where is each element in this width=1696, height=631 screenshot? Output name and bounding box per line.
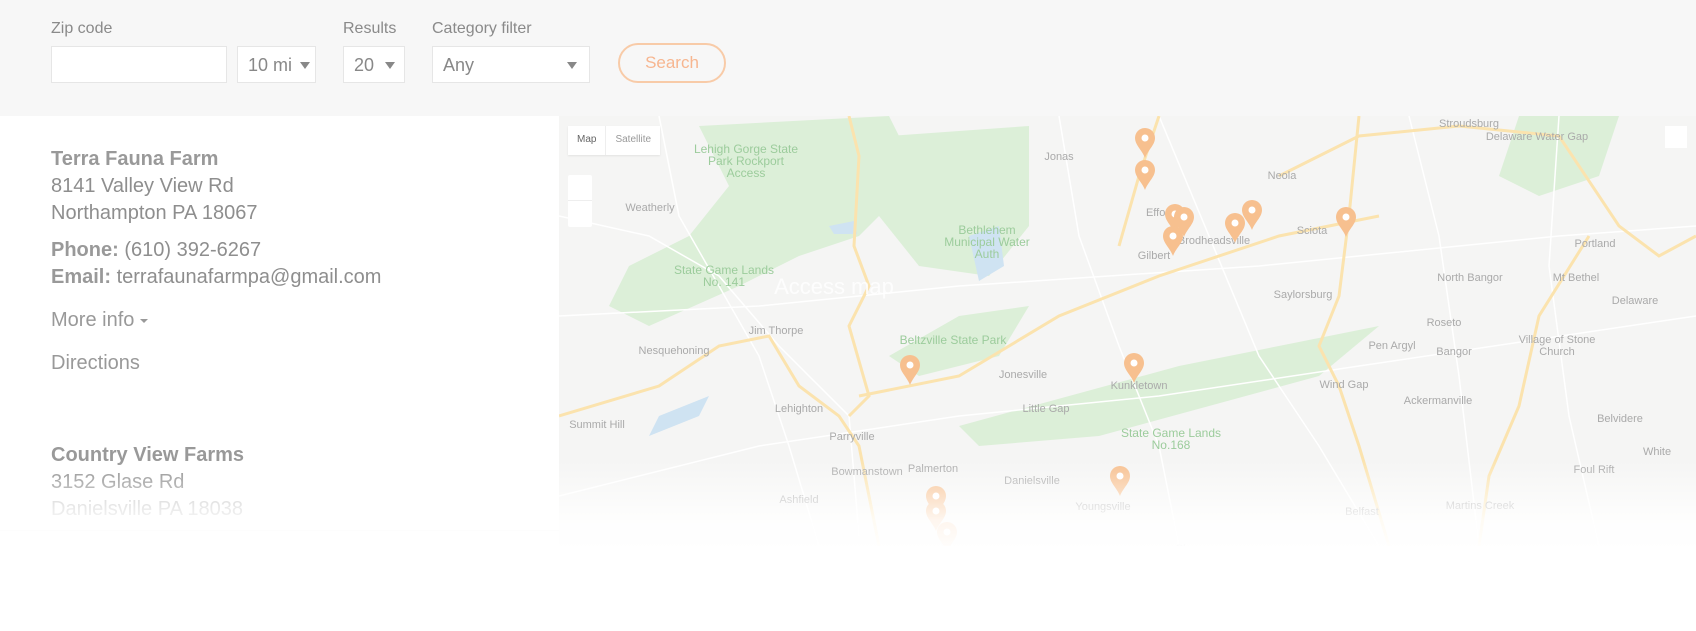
search-button[interactable]: Search xyxy=(618,43,726,83)
chevron-down-icon xyxy=(300,62,310,69)
map-place-label: Neola xyxy=(1267,170,1297,182)
map-marker-pin-icon[interactable] xyxy=(1109,466,1131,496)
map-place-label: Palmerton xyxy=(907,463,959,475)
map-place-label: Foul Rift xyxy=(1573,464,1615,476)
map-place-label: Jonas xyxy=(1044,151,1074,163)
map-place-label: Lehighton xyxy=(774,403,824,415)
category-value: Any xyxy=(443,55,475,75)
fullscreen-button[interactable] xyxy=(1665,126,1687,148)
map-marker-pin-icon[interactable] xyxy=(1162,226,1184,256)
map-place-label: Sciota xyxy=(1296,225,1328,237)
map-place-label: Roseto xyxy=(1426,317,1462,329)
map-place-label: Danielsville xyxy=(1004,475,1060,487)
map-place-label: Nesquehoning xyxy=(638,345,710,357)
map[interactable]: Lehigh Gorge State Park Rockport Access W… xyxy=(559,116,1696,546)
map-place-label: Ashfield xyxy=(779,494,819,506)
map-place-label: Stroudsburg xyxy=(1439,118,1499,130)
zoom-in-button[interactable] xyxy=(568,175,592,201)
caret-down-icon xyxy=(139,318,148,323)
map-place-label: Ackermanville xyxy=(1403,395,1473,407)
map-place-label: White xyxy=(1642,446,1672,458)
map-type-control: Map Satellite xyxy=(568,126,661,155)
results-value: 20 xyxy=(354,55,375,75)
map-type-map-button[interactable]: Map xyxy=(568,126,607,155)
map-marker-pin-icon[interactable] xyxy=(1123,353,1145,383)
list-item: Country View Farms 3152 Glase Rd Daniels… xyxy=(51,442,244,523)
map-place-label: North Bangor xyxy=(1437,272,1503,284)
map-place-label: Beltzville State Park xyxy=(899,333,1007,347)
map-place-label: Summit Hill xyxy=(569,419,625,431)
distance-select[interactable]: 10 mi xyxy=(237,46,316,83)
map-type-satellite-button[interactable]: Satellite xyxy=(606,126,660,155)
list-item: Terra Fauna Farm 8141 Valley View Rd Nor… xyxy=(51,146,381,377)
map-marker-pin-icon[interactable] xyxy=(899,355,921,385)
map-place-label: Pen Argyl xyxy=(1368,340,1416,352)
map-place-label: Portland xyxy=(1574,238,1616,250)
map-place-label: Belfast xyxy=(1345,506,1379,518)
map-marker-pin-icon[interactable] xyxy=(936,522,958,546)
directions-link[interactable]: Directions xyxy=(51,350,381,377)
distance-value: 10 mi xyxy=(248,55,293,75)
more-info-label: More info xyxy=(51,309,135,331)
map-place-label: Weatherly xyxy=(625,202,675,214)
map-place-label: Delaware xyxy=(1611,295,1659,307)
map-place-label: Martins Creek xyxy=(1445,500,1515,512)
email-label: Email: xyxy=(51,266,112,288)
map-place-label: Parryville xyxy=(829,431,875,443)
address-line-1: 3152 Glase Rd xyxy=(51,471,185,493)
results-select[interactable]: 20 xyxy=(343,46,405,83)
divider xyxy=(0,530,559,531)
search-bar: Zip code 10 mi Results 20 Category filte… xyxy=(0,0,1696,116)
phone-value: (610) 392-6267 xyxy=(124,239,262,261)
zip-code-label: Zip code xyxy=(51,20,113,37)
map-marker-pin-icon[interactable] xyxy=(1335,207,1357,237)
map-place-label: Delaware Water Gap xyxy=(1485,131,1589,143)
map-place-label: Bowmanstown xyxy=(831,466,903,478)
email-value: terrafaunafarmpa@gmail.com xyxy=(116,266,382,288)
category-filter-label: Category filter xyxy=(432,20,532,37)
zip-code-input[interactable] xyxy=(51,46,227,83)
more-info-toggle[interactable]: More info xyxy=(51,307,381,334)
map-place-label: Jim Thorpe xyxy=(748,325,804,337)
map-place-label: Belvidere xyxy=(1597,413,1643,425)
chevron-down-icon xyxy=(385,62,395,69)
map-place-label: State Game Lands No.168 xyxy=(1120,426,1222,452)
results-label: Results xyxy=(343,20,397,37)
map-place-label: Bethlehem Municipal Water Auth xyxy=(944,223,1030,261)
farm-name: Terra Fauna Farm xyxy=(51,148,219,170)
address-line-1: 8141 Valley View Rd xyxy=(51,175,234,197)
chevron-down-icon xyxy=(567,62,577,69)
phone-label: Phone: xyxy=(51,239,119,261)
farm-name: Country View Farms xyxy=(51,444,245,466)
map-marker-pin-icon[interactable] xyxy=(1134,128,1156,158)
map-place-label: Wind Gap xyxy=(1319,379,1369,391)
map-place-label: Little Gap xyxy=(1022,403,1070,415)
results-list: Terra Fauna Farm 8141 Valley View Rd Nor… xyxy=(0,116,559,631)
map-place-label: Bangor xyxy=(1436,346,1472,358)
map-place-label: Saylorsburg xyxy=(1273,289,1333,301)
map-place-label: Youngsville xyxy=(1075,501,1131,513)
map-marker-pin-icon[interactable] xyxy=(1134,160,1156,190)
map-place-label: Village of Stone Church xyxy=(1518,334,1596,358)
address-line-2: Danielsville PA 18038 xyxy=(51,498,243,520)
map-marker-pin-icon[interactable] xyxy=(1241,200,1263,230)
zoom-control[interactable] xyxy=(568,175,592,227)
map-place-label: Lehigh Gorge State Park Rockport Access xyxy=(693,142,799,180)
access-map-overlay-text[interactable]: Access map xyxy=(774,276,894,298)
map-place-label: State Game Lands No. 141 xyxy=(673,263,775,289)
category-filter-select[interactable]: Any xyxy=(432,46,590,83)
map-place-label: Mt Bethel xyxy=(1552,272,1600,284)
map-place-label: Jonesville xyxy=(998,369,1048,381)
map-place-label: Chapman xyxy=(1175,543,1223,546)
address-line-2: Northampton PA 18067 xyxy=(51,202,258,224)
